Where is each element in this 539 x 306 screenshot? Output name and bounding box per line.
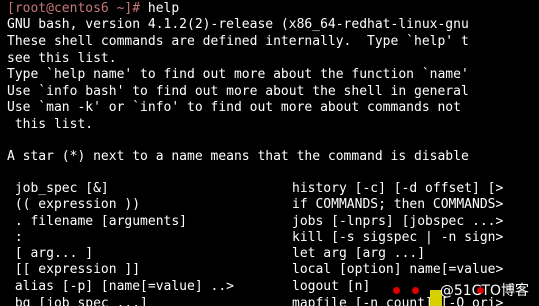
output-line: GNU bash, version 4.1.2(2)-release (x86_… <box>7 17 469 32</box>
command-left: alias [-p] [name[=value] ..> <box>7 279 234 294</box>
watermark: @51CTO博客 <box>439 283 529 299</box>
command-row: job_spec [&] history [-c] [-d offset] [> <box>7 181 504 197</box>
output-line: Use `info bash' to find out more about t… <box>7 84 469 99</box>
command-left: job_spec [&] <box>7 181 109 196</box>
command-right: let arg [arg ...] <box>292 246 426 261</box>
command-row: (( expression )) if COMMANDS; then COMMAN… <box>7 197 504 213</box>
command-left: (( expression )) <box>7 197 141 212</box>
command-row: alias [-p] [name[=value] ..> logout [n] <box>7 279 370 295</box>
prompt-line: [root@centos6 ~]# help <box>7 1 179 17</box>
red-dot-icon <box>412 287 419 294</box>
command-row: [ arg... ] let arg [arg ...] <box>7 246 425 262</box>
output-line: These shell commands are defined interna… <box>7 34 469 49</box>
output-line: A star (*) next to a name means that the… <box>7 149 469 164</box>
command-row: : kill [-s sigspec | -n sign> <box>7 230 504 246</box>
command-row: bg [job_spec ...] mapfile [-n count] [-O … <box>7 296 504 306</box>
command-left: : <box>7 230 23 245</box>
command-left: . filename [arguments] <box>7 214 188 229</box>
command-text: help <box>140 1 180 16</box>
command-left: [ arg... ] <box>7 246 94 261</box>
red-dot-icon <box>393 287 400 294</box>
output-line: Use `man -k' or `info' to find out more … <box>7 100 461 115</box>
command-row: . filename [arguments] jobs [-lnprs] [job… <box>7 214 504 230</box>
command-right: history [-c] [-d offset] [> <box>292 181 504 196</box>
command-right: kill [-s sigspec | -n sign> <box>292 230 504 245</box>
terminal-window[interactable]: [root@centos6 ~]# help GNU bash, version… <box>0 0 539 306</box>
command-row: [[ expression ]] local [option] name[=val… <box>7 262 504 278</box>
output-line: Type `help name' to find out more about … <box>7 67 469 82</box>
shell-prompt: [root@centos6 ~]# <box>7 1 141 16</box>
command-right: logout [n] <box>292 279 371 294</box>
output-line: see this list. <box>7 51 117 66</box>
command-right: local [option] name[=value> <box>292 262 504 277</box>
command-left: [[ expression ]] <box>7 262 141 277</box>
output-line: this list. <box>7 117 94 132</box>
command-right: jobs [-lnprs] [jobspec ...> <box>292 214 504 229</box>
command-right: if COMMANDS; then COMMANDS> <box>292 197 504 212</box>
command-left: bg [job_spec ...] <box>7 296 148 306</box>
